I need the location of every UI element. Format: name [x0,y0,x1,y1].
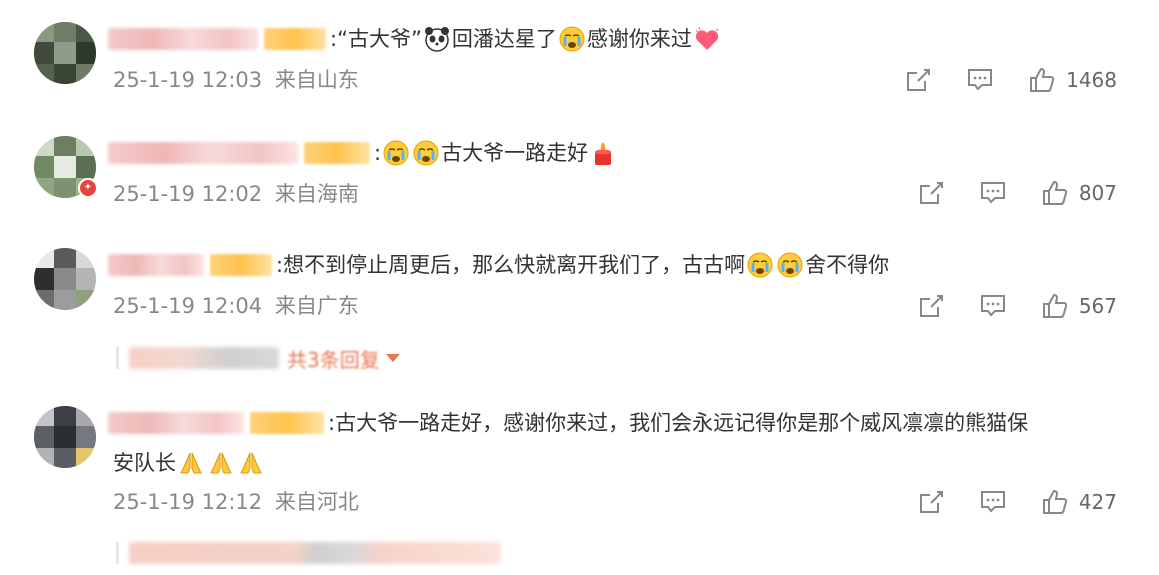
fan-badge-blurred [210,254,272,276]
crying-emoji [558,25,586,53]
reply-divider [116,542,119,564]
share-button[interactable] [904,66,932,94]
username-blurred[interactable] [108,412,244,434]
share-icon [919,295,943,317]
location: 来自河北 [274,490,359,514]
candle-emoji [589,139,617,167]
like-count: 427 [1078,490,1117,514]
verified-badge: ✦ [78,178,98,198]
like-count: 1468 [1066,68,1117,92]
share-button[interactable] [917,488,945,516]
pray-emoji [177,449,205,477]
more-replies-text: 共3条回复 [287,347,380,372]
heart-emoji [693,25,721,53]
comment-text-2: 舍不得你 [805,253,890,277]
comment-text-line: :古大爷一路走好，感谢你来过，我们会永远记得你是那个威风凛凛的熊猫保 [108,404,1129,442]
comment-text-line-2: 安队长 [113,444,1129,482]
share-icon [919,182,943,204]
location: 来自山东 [274,68,359,92]
comment-text-2: 安队长 [113,451,176,475]
timestamp: 25-1-19 12:12 [113,490,263,514]
comment-text-line: : 古大爷一路走好 [108,134,1129,172]
username-blurred[interactable] [108,28,258,50]
fan-badge-blurred [304,142,370,164]
crying-emoji [776,251,804,279]
comment-button[interactable] [979,488,1007,516]
comment-text-line: :想不到停止周更后，那么快就离开我们了，古古啊 舍不得你 [108,246,1129,284]
comment-text: :古大爷一路走好，感谢你来过，我们会永远记得你是那个威风凛凛的熊猫保 [328,411,1029,435]
timestamp: 25-1-19 12:03 [113,68,263,92]
comment-text-3: 感谢你来过 [586,27,692,51]
comment-icon [980,295,1005,317]
crying-emoji [412,139,440,167]
comment-text-2: 回潘达星了 [451,27,557,51]
comment-actions: 567 [883,292,1117,320]
pray-emoji [237,449,265,477]
comment-actions: 807 [883,179,1117,207]
like-button[interactable]: 427 [1041,488,1117,516]
username-blurred[interactable] [108,142,298,164]
comment-text: : [374,141,382,165]
like-icon [1042,489,1067,514]
avatar[interactable] [34,406,96,468]
comment-meta: 25-1-19 12:12 来自河北 [113,488,359,516]
avatar[interactable] [34,248,96,310]
fan-badge-blurred [250,412,324,434]
pray-emoji [207,449,235,477]
like-icon [1042,180,1067,205]
comment-text-line: :“古大爷” 回潘达星了 感谢你来过 [108,20,1129,58]
like-button[interactable]: 567 [1041,292,1117,320]
avatar[interactable] [34,22,96,84]
timestamp: 25-1-19 12:02 [113,182,263,206]
username-blurred[interactable] [108,254,204,276]
comment-meta: 25-1-19 12:04 来自广东 [113,292,359,320]
share-button[interactable] [917,292,945,320]
comment-text-2: 古大爷一路走好 [441,141,589,165]
comment-icon [968,69,993,91]
comment-text: :“古大爷” [330,27,422,51]
reply-preview-blurred[interactable] [129,542,501,564]
comment-meta: 25-1-19 12:03 来自山东 [113,66,359,94]
comment-icon [980,182,1005,204]
share-icon [919,491,943,513]
like-icon [1042,293,1067,318]
reply-preview-blurred[interactable] [129,347,279,369]
like-count: 567 [1078,294,1117,318]
comment-button[interactable] [979,179,1007,207]
fan-badge-blurred [264,28,326,50]
timestamp: 25-1-19 12:04 [113,294,263,318]
share-button[interactable] [917,179,945,207]
reply-divider [116,347,119,369]
reply-summary: 共3条回复 [116,344,400,373]
crying-emoji [746,251,774,279]
comment-actions: 1468 [870,66,1117,94]
comment-actions: 427 [883,488,1117,516]
comment-button[interactable] [979,292,1007,320]
like-button[interactable]: 1468 [1028,66,1117,94]
comment-icon [980,491,1005,513]
like-count: 807 [1078,181,1117,205]
chevron-down-icon [385,354,400,362]
reply-summary [116,540,501,566]
like-icon [1030,67,1055,92]
comment-button[interactable] [966,66,994,94]
comment-meta: 25-1-19 12:02 来自海南 [113,180,359,208]
location: 来自海南 [274,182,359,206]
comment-text: :想不到停止周更后，那么快就离开我们了，古古啊 [276,253,746,277]
share-icon [907,69,931,91]
panda-emoji [423,25,451,53]
location: 来自广东 [274,294,359,318]
like-button[interactable]: 807 [1041,179,1117,207]
crying-emoji [382,139,410,167]
more-replies-link[interactable]: 共3条回复 [287,344,400,373]
